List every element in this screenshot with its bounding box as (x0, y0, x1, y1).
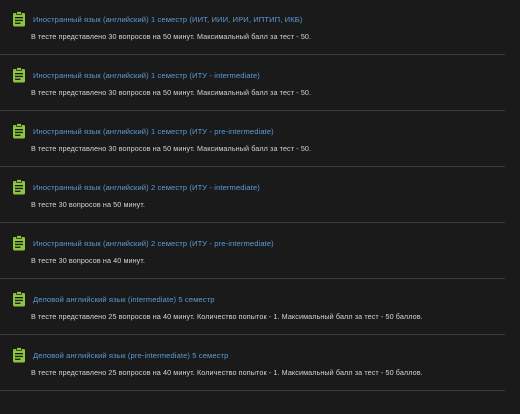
quiz-icon (13, 291, 25, 307)
quiz-item: Иностранный язык (английский) 1 семестр … (0, 56, 505, 111)
quiz-icon (13, 179, 25, 195)
quiz-description: В тесте 30 вопросов на 40 минут. (31, 256, 146, 265)
quiz-title-link[interactable]: Иностранный язык (английский) 1 семестр … (33, 127, 274, 136)
quiz-description: В тесте представлено 30 вопросов на 50 м… (31, 88, 312, 97)
quiz-title-row: Иностранный язык (английский) 2 семестр … (12, 179, 260, 195)
quiz-title-row: Иностранный язык (английский) 1 семестр … (12, 67, 260, 83)
quiz-title-link[interactable]: Деловой английский язык (intermediate) 5… (33, 295, 215, 304)
quiz-description: В тесте представлено 30 вопросов на 50 м… (31, 144, 312, 153)
quiz-title-row: Иностранный язык (английский) 2 семестр … (12, 235, 274, 251)
quiz-item: Иностранный язык (английский) 2 семестр … (0, 224, 505, 279)
quiz-title-row: Деловой английский язык (pre-intermediat… (12, 347, 228, 363)
quiz-item: Деловой английский язык (pre-intermediat… (0, 336, 505, 391)
quiz-description: В тесте представлено 25 вопросов на 40 м… (31, 312, 423, 321)
quiz-title-row: Деловой английский язык (intermediate) 5… (12, 291, 215, 307)
quiz-item: Иностранный язык (английский) 1 семестр … (0, 112, 505, 167)
quiz-description: В тесте 30 вопросов на 50 минут. (31, 200, 146, 209)
quiz-item: Иностранный язык (английский) 2 семестр … (0, 168, 505, 223)
quiz-item: Деловой английский язык (intermediate) 5… (0, 280, 505, 335)
quiz-item: Иностранный язык (английский) 1 семестр … (0, 0, 505, 55)
quiz-title-link[interactable]: Деловой английский язык (pre-intermediat… (33, 351, 228, 360)
quiz-icon (13, 11, 25, 27)
quiz-description: В тесте представлено 25 вопросов на 40 м… (31, 368, 423, 377)
quiz-title-row: Иностранный язык (английский) 1 семестр … (12, 123, 274, 139)
quiz-icon (13, 347, 25, 363)
quiz-title-link[interactable]: Иностранный язык (английский) 2 семестр … (33, 239, 274, 248)
quiz-icon (13, 235, 25, 251)
quiz-title-link[interactable]: Иностранный язык (английский) 1 семестр … (33, 71, 260, 80)
quiz-title-link[interactable]: Иностранный язык (английский) 1 семестр … (33, 15, 302, 24)
quiz-list: Иностранный язык (английский) 1 семестр … (0, 0, 520, 414)
quiz-description: В тесте представлено 30 вопросов на 50 м… (31, 32, 312, 41)
quiz-title-row: Иностранный язык (английский) 1 семестр … (12, 11, 302, 27)
quiz-icon (13, 67, 25, 83)
quiz-icon (13, 123, 25, 139)
quiz-title-link[interactable]: Иностранный язык (английский) 2 семестр … (33, 183, 260, 192)
